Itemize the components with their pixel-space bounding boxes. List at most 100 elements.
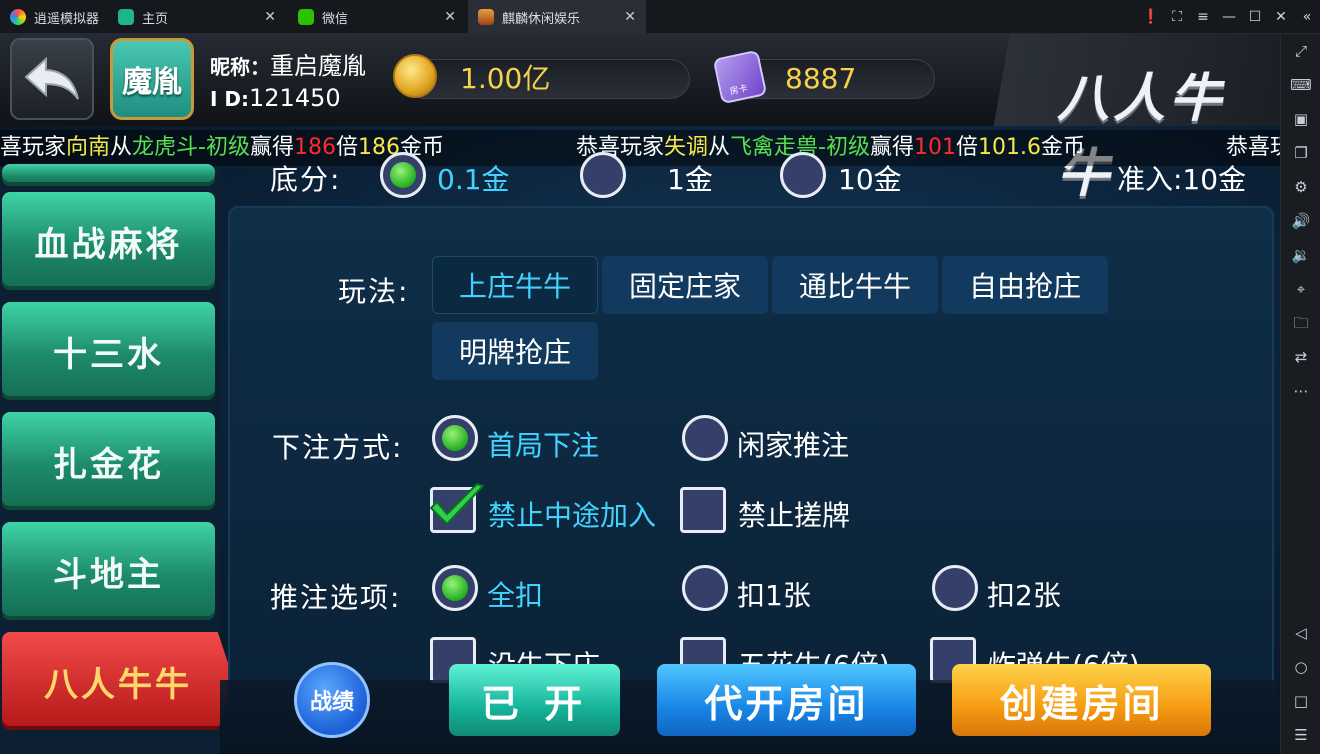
- winner-marquee: 喜玩家向南从龙虎斗-初级赢得186倍186金币 恭喜玩家失调从飞禽走兽-初级赢得…: [0, 130, 1280, 166]
- option-no-squeeze[interactable]: 禁止搓牌: [738, 494, 850, 534]
- tab-home[interactable]: 主页 ✕: [108, 0, 286, 34]
- marquee-segment: 186: [294, 135, 337, 160]
- menu-icon[interactable]: ≡: [1190, 9, 1216, 25]
- marquee-segment: 从: [110, 135, 133, 160]
- bet-option-1[interactable]: 闲家推注: [737, 424, 849, 464]
- marquee-segment: 赢得: [250, 135, 295, 160]
- menu-item-xuezhan[interactable]: 血战麻将: [2, 192, 215, 290]
- bet-option-0[interactable]: 首局下注: [487, 424, 599, 464]
- base-option-0[interactable]: 0.1金: [437, 158, 510, 198]
- game-screen: 魔胤 昵称：重启魔胤 I D:121450 1.00亿 8887 房卡 八人牛牛…: [0, 34, 1280, 754]
- menu-item-doudizhu[interactable]: 斗地主: [2, 522, 215, 620]
- base-radio-1[interactable]: [580, 152, 626, 198]
- push-option-1[interactable]: 扣1张: [737, 574, 811, 614]
- play-mode-label-1: 固定庄家: [628, 270, 741, 303]
- fullscreen-icon[interactable]: ⛶: [1164, 9, 1190, 25]
- gold-amount: 1.00亿: [460, 62, 551, 95]
- folder-icon[interactable]: 🗀: [1281, 310, 1320, 336]
- home-nav-icon[interactable]: ○: [1281, 654, 1320, 680]
- menu-item-shisanshui[interactable]: 十三水: [2, 302, 215, 400]
- menu-item-baren-niuniu[interactable]: 八人牛牛: [2, 632, 234, 730]
- push-radio-0[interactable]: [432, 565, 478, 611]
- gold-coin-icon: [393, 54, 437, 98]
- tab-emulator-label: 逍遥模拟器: [34, 11, 100, 27]
- tab-game[interactable]: 麒麟休闲娱乐 ✕: [468, 0, 646, 34]
- keyboard-icon[interactable]: ⌨: [1281, 72, 1320, 98]
- back-button[interactable]: [10, 38, 94, 120]
- marquee-message-1: 喜玩家向南从龙虎斗-初级赢得186倍186金币: [0, 130, 444, 166]
- play-mode-3[interactable]: 自由抢庄: [942, 256, 1108, 314]
- marquee-segment: 赢得: [870, 135, 915, 160]
- apk-icon[interactable]: ▣: [1281, 106, 1320, 132]
- gold-balance[interactable]: 1.00亿: [405, 59, 690, 99]
- top-bar: 魔胤 昵称：重启魔胤 I D:121450 1.00亿 8887 房卡 八人牛牛: [0, 34, 1280, 204]
- play-mode-0[interactable]: 上庄牛牛: [432, 256, 598, 314]
- nickname-row: 昵称：重启魔胤: [210, 46, 366, 81]
- push-option-2[interactable]: 扣2张: [987, 574, 1061, 614]
- volume-down-icon[interactable]: 🔉: [1281, 242, 1320, 268]
- record-button[interactable]: 战绩: [294, 662, 370, 738]
- opened-rooms-button[interactable]: 已 开: [449, 664, 620, 736]
- game-app-icon: [478, 9, 494, 25]
- bet-radio-0[interactable]: [432, 415, 478, 461]
- back-arrow-icon: [24, 56, 79, 100]
- multi-window-icon[interactable]: ❐: [1281, 140, 1320, 166]
- volume-up-icon[interactable]: 🔊: [1281, 208, 1320, 234]
- location-icon[interactable]: ⌖: [1281, 276, 1320, 302]
- room-card-icon: 房卡: [712, 49, 768, 105]
- recent-nav-icon[interactable]: □: [1281, 688, 1320, 714]
- maximize-icon[interactable]: ☐: [1242, 9, 1268, 25]
- marquee-segment: 倍: [336, 135, 359, 160]
- close-window-icon[interactable]: ✕: [1268, 9, 1294, 25]
- minimize-icon[interactable]: —: [1216, 9, 1242, 25]
- push-radio-1[interactable]: [682, 565, 728, 611]
- avatar[interactable]: 魔胤: [110, 38, 194, 120]
- id-label: I D:: [210, 87, 250, 111]
- base-option-2[interactable]: 10金: [838, 158, 902, 198]
- marquee-segment: 101: [914, 135, 957, 160]
- proxy-room-label: 代开房间: [704, 681, 869, 726]
- back-nav-icon[interactable]: ◁: [1281, 620, 1320, 646]
- list-icon[interactable]: ☰: [1281, 722, 1320, 748]
- menu-item-label: 十三水: [53, 334, 164, 375]
- close-icon[interactable]: ✕: [624, 9, 636, 25]
- more-icon[interactable]: ⋯: [1281, 378, 1320, 404]
- marquee-segment: 101.6: [978, 135, 1042, 160]
- close-icon[interactable]: ✕: [444, 9, 456, 25]
- push-option-0[interactable]: 全扣: [487, 574, 543, 614]
- checkbox-no-squeeze[interactable]: [680, 487, 726, 533]
- menu-item-partial[interactable]: [2, 164, 215, 186]
- base-score-label: 底分:: [270, 163, 342, 196]
- collapse-icon[interactable]: «: [1294, 9, 1320, 25]
- checkbox-no-midjoin[interactable]: [429, 482, 485, 533]
- base-radio-0[interactable]: [380, 152, 426, 198]
- home-icon: [118, 9, 134, 25]
- option-no-midjoin[interactable]: 禁止中途加入: [488, 494, 656, 534]
- menu-item-label: 血战麻将: [34, 224, 183, 265]
- marquee-message-2: 恭喜玩家失调从飞禽走兽-初级赢得101倍101.6金币: [576, 130, 1085, 166]
- base-radio-2[interactable]: [780, 152, 826, 198]
- emulator-tab-bar: 逍遥模拟器 主页 ✕ 微信 ✕ 麒麟休闲娱乐 ✕ ❗ ⛶ ≡ — ☐ ✕ «: [0, 0, 1320, 34]
- alert-icon[interactable]: ❗: [1138, 9, 1164, 25]
- play-mode-1[interactable]: 固定庄家: [602, 256, 768, 314]
- create-room-button[interactable]: 创建房间: [952, 664, 1211, 736]
- create-room-label: 创建房间: [999, 681, 1164, 726]
- settings-icon[interactable]: ⚙: [1281, 174, 1320, 200]
- play-mode-4[interactable]: 明牌抢庄: [432, 322, 598, 380]
- sync-icon[interactable]: ⇄: [1281, 344, 1320, 370]
- push-radio-2[interactable]: [932, 565, 978, 611]
- bet-radio-1[interactable]: [682, 415, 728, 461]
- base-option-1[interactable]: 1金: [667, 158, 713, 198]
- play-mode-label: 玩法:: [338, 275, 410, 308]
- menu-item-zhajinhua[interactable]: 扎金花: [2, 412, 215, 510]
- tab-wechat[interactable]: 微信 ✕: [288, 0, 466, 34]
- nickname: 重启魔胤: [270, 52, 366, 80]
- game-type-menu: 血战麻将 十三水 扎金花 斗地主 八人牛牛: [0, 164, 234, 754]
- tab-emulator[interactable]: 逍遥模拟器: [0, 0, 110, 34]
- expand-icon[interactable]: ⤢: [1281, 38, 1320, 64]
- tab-wechat-label: 微信: [322, 11, 349, 27]
- close-icon[interactable]: ✕: [264, 9, 276, 25]
- room-card-amount: 8887: [785, 62, 857, 95]
- proxy-room-button[interactable]: 代开房间: [657, 664, 916, 736]
- play-mode-2[interactable]: 通比牛牛: [772, 256, 938, 314]
